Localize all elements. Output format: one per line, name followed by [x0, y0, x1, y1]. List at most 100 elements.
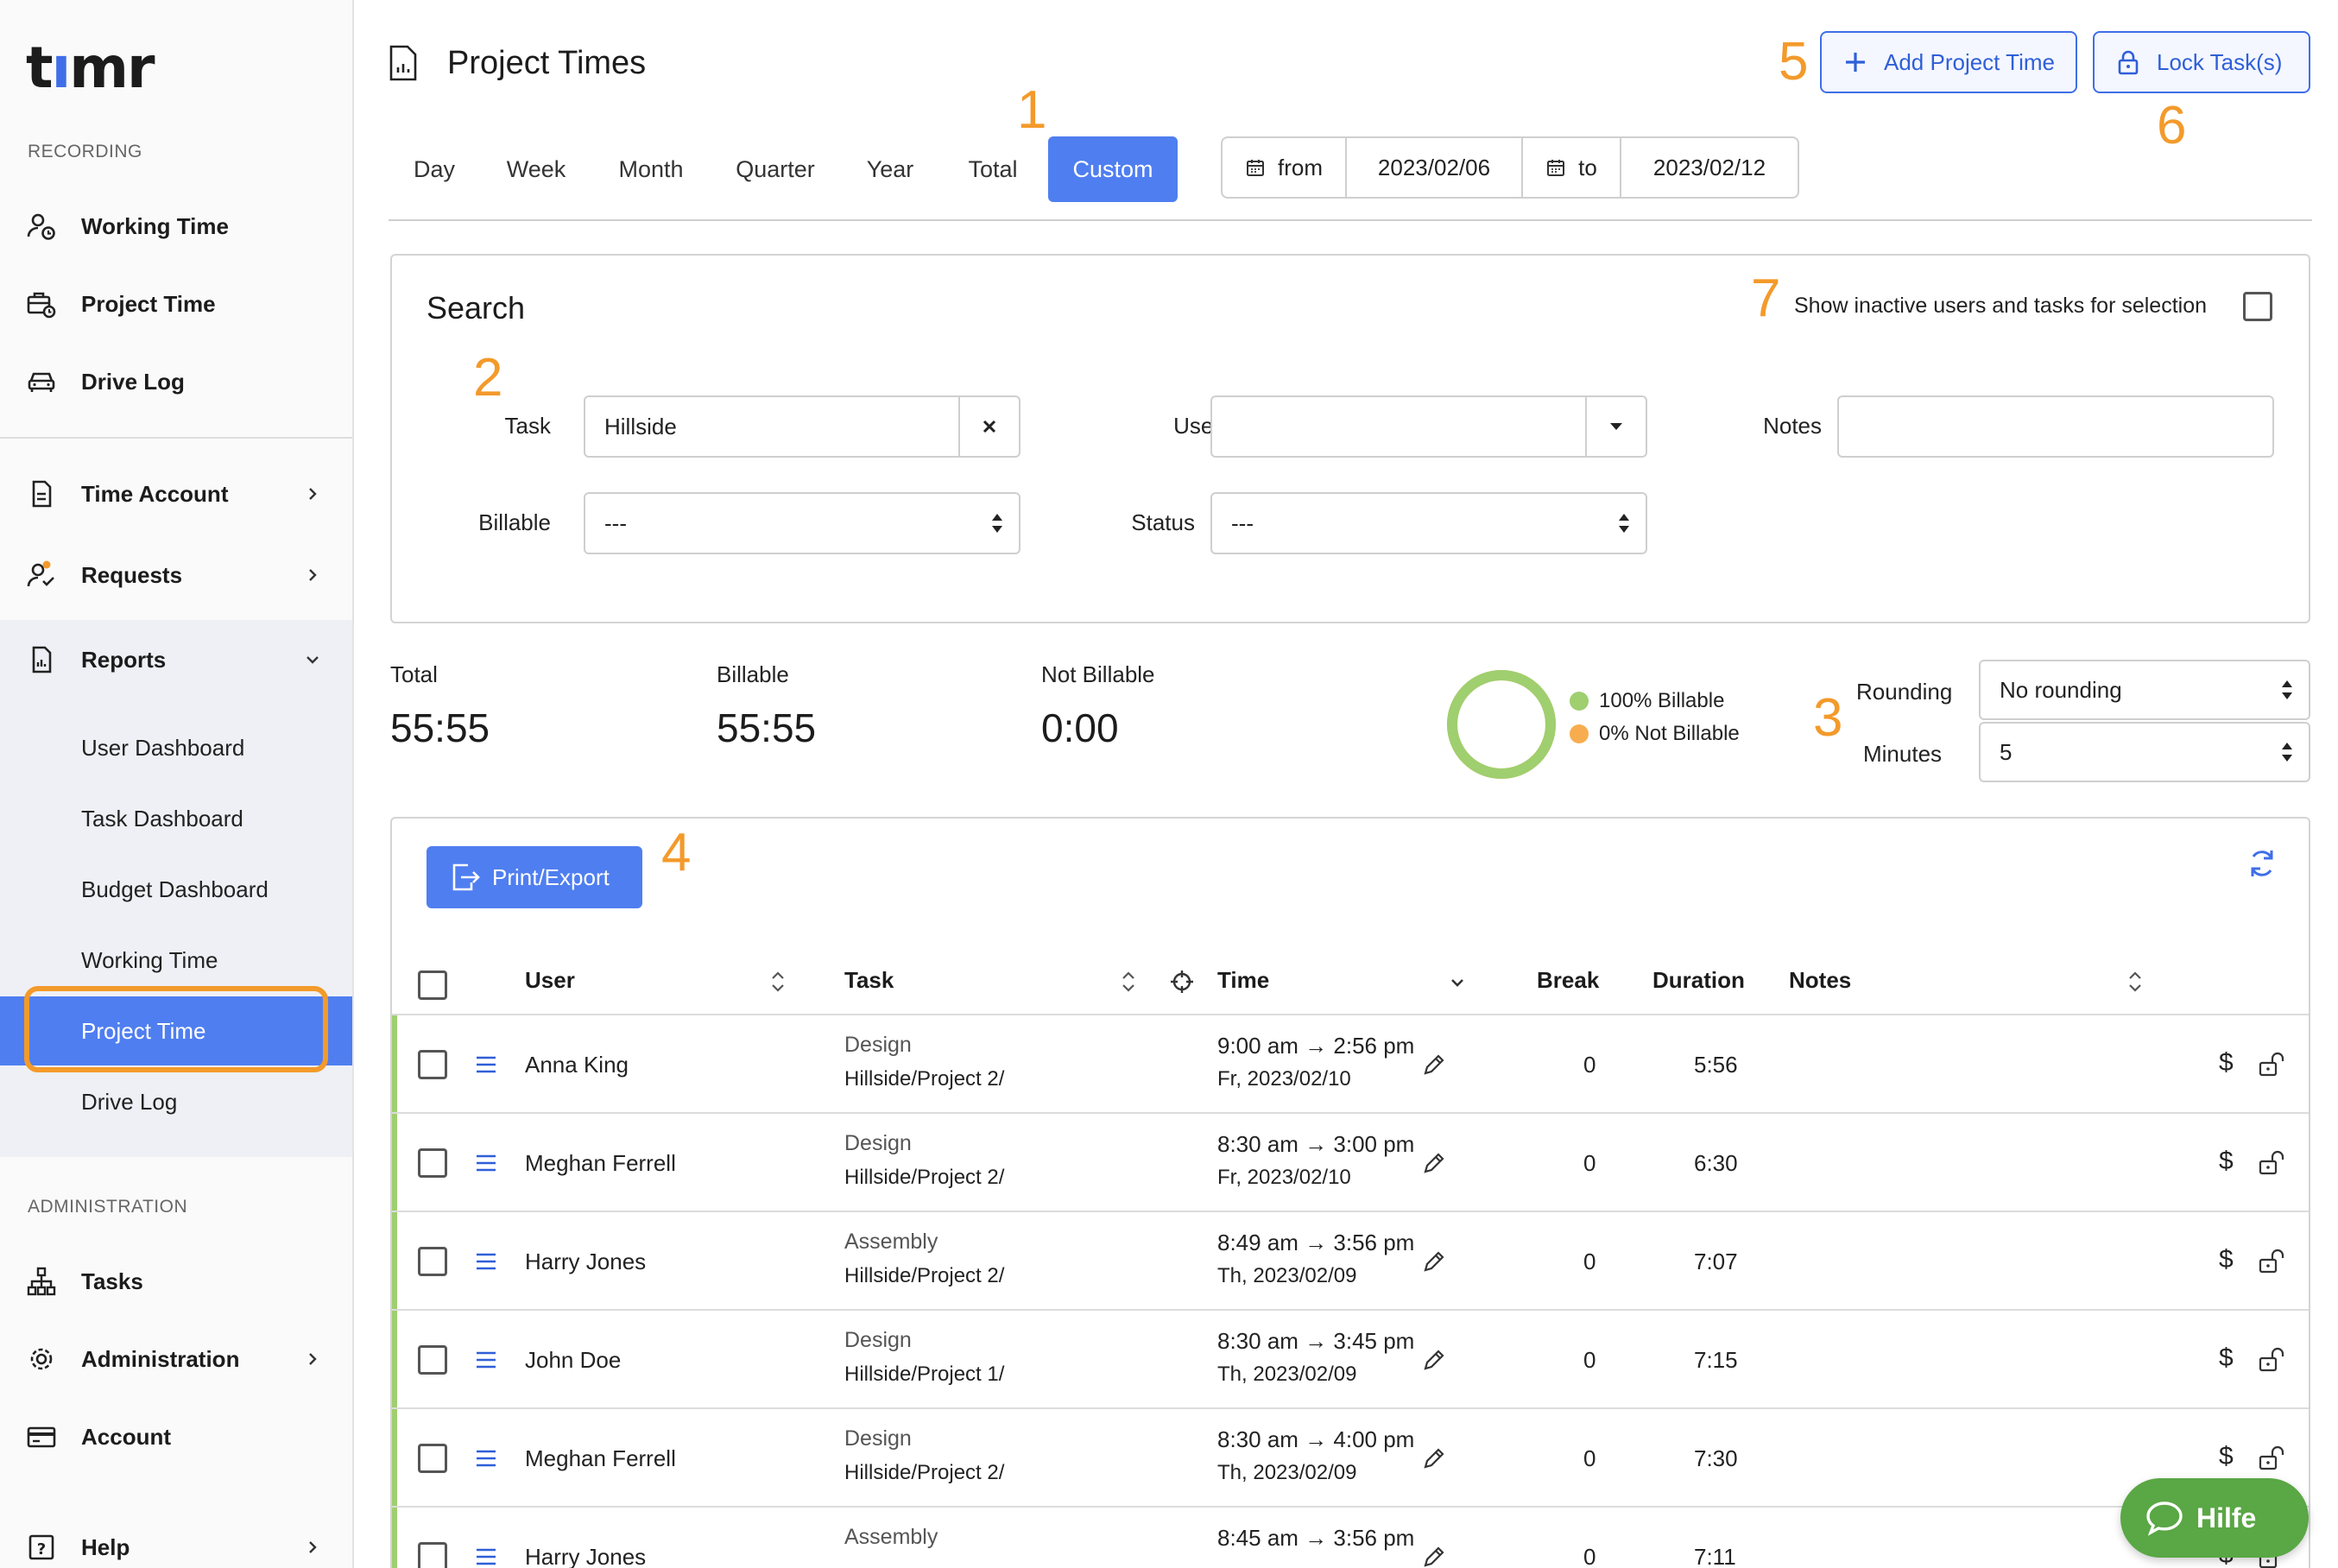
unlock-icon[interactable] — [2257, 1444, 2286, 1473]
sidebar-subitem-project-time[interactable]: Project Time — [0, 996, 352, 1065]
row-checkbox[interactable] — [418, 1542, 447, 1568]
sidebar-item-label: Working Time — [81, 212, 229, 239]
row-duration: 6:30 — [1694, 1150, 1738, 1176]
sidebar-item-administration[interactable]: Administration — [0, 1325, 352, 1394]
sidebar-subitem-task-dashboard[interactable]: Task Dashboard — [0, 784, 352, 853]
pencil-icon[interactable] — [1421, 1347, 1447, 1373]
sidebar-subitem-user-dashboard[interactable]: User Dashboard — [0, 713, 352, 782]
pencil-icon[interactable] — [1421, 1052, 1447, 1078]
sidebar: tımr RECORDING Working Time Project Time… — [0, 0, 354, 1568]
sidebar-item-project-time[interactable]: Project Time — [0, 269, 352, 338]
sidebar-item-label: Reports — [81, 646, 167, 673]
sidebar-subitem-drive-log[interactable]: Drive Log — [0, 1067, 352, 1136]
menu-icon[interactable] — [475, 1154, 497, 1173]
sidebar-item-requests[interactable]: Requests — [0, 541, 352, 610]
unlock-icon[interactable] — [2257, 1345, 2286, 1375]
billable-select[interactable]: --- — [584, 492, 1021, 554]
sidebar-item-reports[interactable]: Reports — [0, 625, 352, 694]
from-date-trigger[interactable]: from — [1223, 138, 1347, 197]
crosshair-icon[interactable] — [1169, 969, 1195, 995]
tab-month[interactable]: Month — [604, 136, 698, 202]
chevron-down-icon[interactable] — [1449, 974, 1466, 991]
row-checkbox[interactable] — [418, 1247, 447, 1276]
billable-summary-value: 55:55 — [717, 705, 817, 750]
status-select[interactable]: --- — [1210, 492, 1647, 554]
show-inactive-checkbox[interactable] — [2243, 292, 2272, 321]
help-chat-button[interactable]: Hilfe — [2120, 1478, 2309, 1558]
sort-icon[interactable] — [2126, 969, 2145, 995]
billable-stripe — [392, 1508, 397, 1568]
sidebar-item-help[interactable]: ? Help — [0, 1513, 352, 1568]
tab-day[interactable]: Day — [399, 136, 470, 202]
lock-tasks-button[interactable]: Lock Task(s) — [2093, 31, 2310, 93]
task-filter-input[interactable]: Hillside — [585, 414, 958, 440]
table-row[interactable]: John Doe Design Hillside/Project 1/ 8:30… — [392, 1309, 2309, 1407]
table-row[interactable]: Harry Jones Assembly 8:45 am → 3:56 pm 0… — [392, 1506, 2309, 1568]
menu-icon[interactable] — [475, 1055, 497, 1074]
column-header-time[interactable]: Time — [1217, 967, 1269, 994]
column-header-break[interactable]: Break — [1537, 967, 1599, 994]
menu-icon[interactable] — [475, 1547, 497, 1566]
column-header-task[interactable]: Task — [844, 967, 894, 994]
row-checkbox[interactable] — [418, 1345, 447, 1375]
select-all-checkbox[interactable] — [418, 971, 447, 1000]
column-header-user[interactable]: User — [525, 967, 575, 994]
sidebar-item-tasks[interactable]: Tasks — [0, 1247, 352, 1316]
tab-total[interactable]: Total — [953, 136, 1033, 202]
from-date-input[interactable]: 2023/02/06 — [1347, 138, 1523, 197]
column-header-duration[interactable]: Duration — [1652, 967, 1745, 994]
pencil-icon[interactable] — [1421, 1150, 1447, 1176]
chevron-right-icon — [309, 569, 317, 581]
sort-icon[interactable] — [768, 969, 787, 995]
table-row[interactable]: Anna King Design Hillside/Project 2/ 9:0… — [392, 1014, 2309, 1112]
column-header-notes[interactable]: Notes — [1789, 967, 1851, 994]
billable-dollar-icon[interactable]: $ — [2219, 1048, 2234, 1078]
menu-icon[interactable] — [475, 1449, 497, 1468]
sidebar-subitem-budget-dashboard[interactable]: Budget Dashboard — [0, 855, 352, 924]
billable-dollar-icon[interactable]: $ — [2219, 1344, 2234, 1373]
row-task: Design — [844, 1131, 912, 1155]
billable-dollar-icon[interactable]: $ — [2219, 1442, 2234, 1471]
tab-custom[interactable]: Custom — [1048, 136, 1178, 202]
help-icon: ? — [28, 1534, 54, 1560]
rounding-select[interactable]: No rounding — [1979, 660, 2310, 720]
table-row[interactable]: Harry Jones Assembly Hillside/Project 2/… — [392, 1211, 2309, 1309]
billable-dollar-icon[interactable]: $ — [2219, 1147, 2234, 1176]
unlock-icon[interactable] — [2257, 1148, 2286, 1178]
menu-icon[interactable] — [475, 1350, 497, 1369]
timr-logo[interactable]: tımr — [26, 35, 155, 101]
sidebar-item-time-account[interactable]: Time Account — [0, 459, 352, 528]
sidebar-item-drive-log[interactable]: Drive Log — [0, 347, 352, 416]
minutes-select[interactable]: 5 — [1979, 722, 2310, 782]
select-arrows-icon — [992, 514, 1002, 533]
clear-task-button[interactable] — [958, 397, 1019, 456]
sidebar-subitem-label: User Dashboard — [81, 734, 245, 761]
user-dropdown-button[interactable] — [1585, 397, 1646, 456]
to-date-input[interactable]: 2023/02/12 — [1621, 138, 1798, 197]
pencil-icon[interactable] — [1421, 1445, 1447, 1471]
pencil-icon[interactable] — [1421, 1249, 1447, 1274]
row-checkbox[interactable] — [418, 1148, 447, 1178]
menu-icon[interactable] — [475, 1252, 497, 1271]
pencil-icon[interactable] — [1421, 1544, 1447, 1568]
row-time: 9:00 am → 2:56 pm — [1217, 1033, 1415, 1059]
table-row[interactable]: Meghan Ferrell Design Hillside/Project 2… — [392, 1407, 2309, 1506]
tab-quarter[interactable]: Quarter — [722, 136, 829, 202]
tab-week[interactable]: Week — [494, 136, 578, 202]
refresh-icon[interactable] — [2245, 846, 2279, 881]
print-export-button[interactable]: Print/Export — [427, 846, 642, 908]
table-row[interactable]: Meghan Ferrell Design Hillside/Project 2… — [392, 1112, 2309, 1211]
unlock-icon[interactable] — [2257, 1050, 2286, 1079]
sort-icon[interactable] — [1119, 969, 1138, 995]
unlock-icon[interactable] — [2257, 1247, 2286, 1276]
sidebar-item-account[interactable]: Account — [0, 1402, 352, 1471]
row-checkbox[interactable] — [418, 1444, 447, 1473]
sidebar-item-working-time[interactable]: Working Time — [0, 192, 352, 261]
tab-year[interactable]: Year — [855, 136, 926, 202]
billable-dollar-icon[interactable]: $ — [2219, 1245, 2234, 1274]
add-project-time-button[interactable]: Add Project Time — [1820, 31, 2077, 93]
to-date-trigger[interactable]: to — [1523, 138, 1621, 197]
sidebar-subitem-working-time[interactable]: Working Time — [0, 926, 352, 995]
legend-billable-text: 100% Billable — [1599, 689, 1725, 712]
row-checkbox[interactable] — [418, 1050, 447, 1079]
